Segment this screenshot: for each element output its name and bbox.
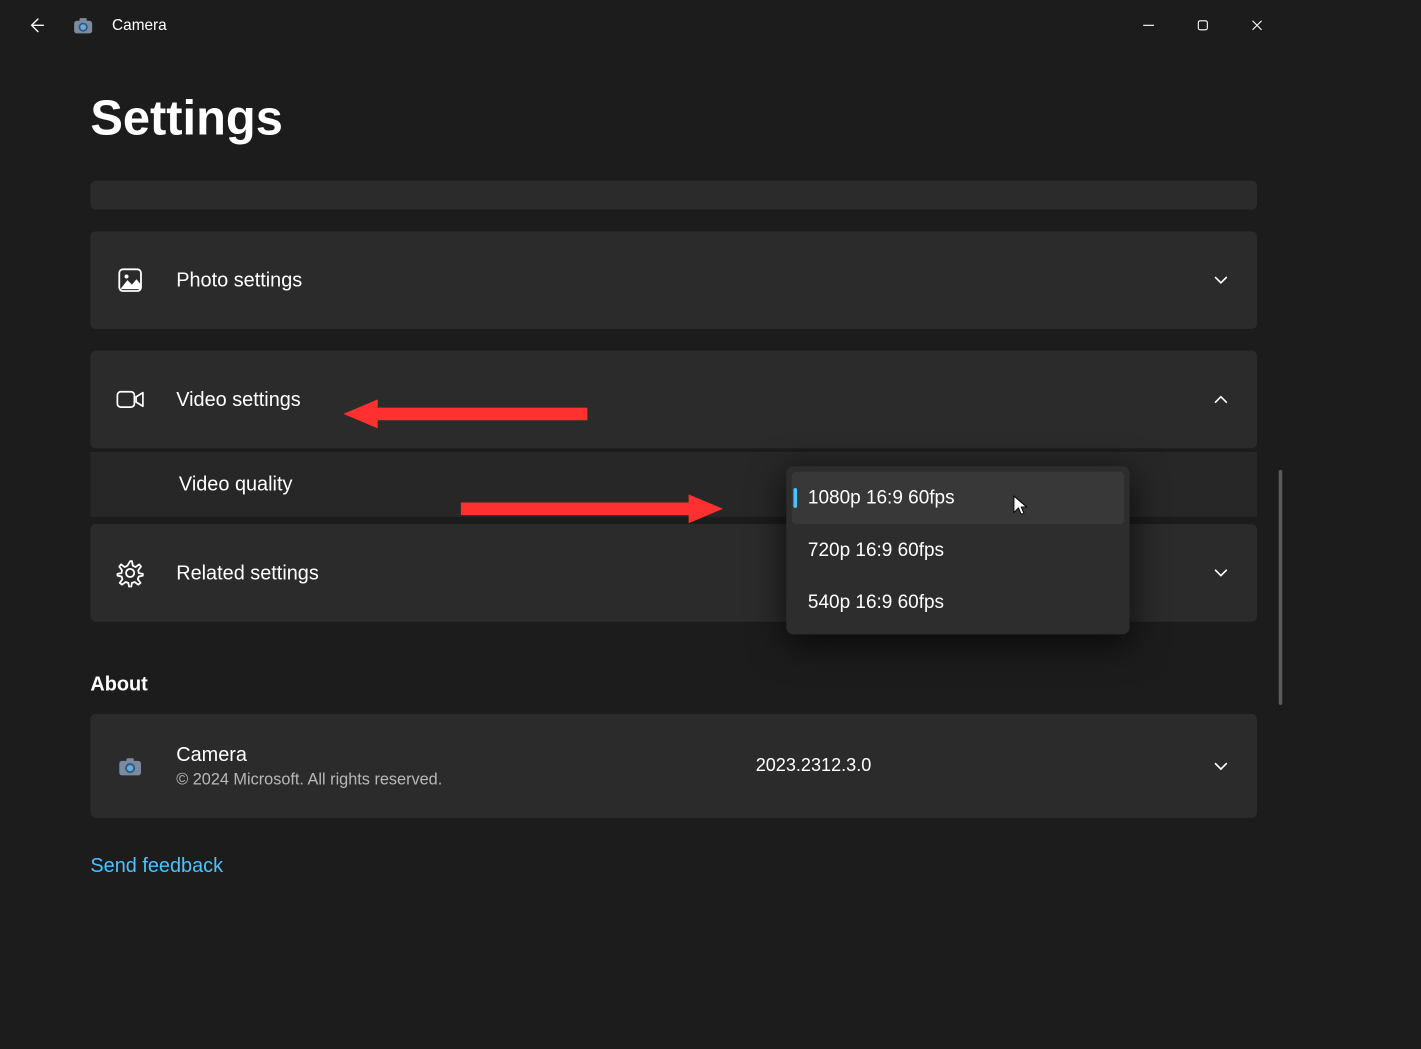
video-icon (116, 385, 145, 414)
camera-app-icon (72, 14, 94, 36)
gear-icon (116, 558, 145, 587)
placeholder-icon (116, 181, 145, 204)
video-settings-label: Video settings (176, 388, 301, 411)
about-version: 2023.2312.3.0 (756, 755, 872, 776)
video-settings-card[interactable]: Video settings (90, 351, 1257, 449)
related-settings-label: Related settings (176, 561, 319, 584)
window-controls (1121, 7, 1284, 43)
about-heading: About (90, 672, 1257, 695)
chevron-up-icon (1210, 389, 1232, 411)
dropdown-option-540p[interactable]: 540p 16:9 60fps (792, 577, 1125, 629)
about-card[interactable]: Camera © 2024 Microsoft. All rights rese… (90, 714, 1257, 818)
settings-content: Photo settings Video settings Video qual… (90, 181, 1257, 878)
send-feedback-link[interactable]: Send feedback (90, 854, 223, 877)
close-button[interactable] (1230, 7, 1284, 43)
close-icon (1251, 19, 1264, 32)
page-title: Settings (90, 90, 1284, 146)
settings-card-truncated[interactable] (90, 181, 1257, 210)
minimize-icon (1142, 19, 1155, 32)
video-quality-label: Video quality (179, 473, 292, 496)
maximize-button[interactable] (1176, 7, 1230, 43)
dropdown-option-1080p[interactable]: 1080p 16:9 60fps (792, 472, 1125, 524)
back-button[interactable] (18, 7, 54, 43)
photo-settings-label: Photo settings (176, 268, 302, 291)
scrollbar[interactable] (1279, 470, 1283, 705)
arrow-left-icon (27, 16, 45, 34)
minimize-button[interactable] (1121, 7, 1175, 43)
chevron-down-icon (1210, 562, 1232, 584)
photo-settings-card[interactable]: Photo settings (90, 231, 1257, 329)
camera-icon (116, 751, 145, 780)
video-quality-dropdown: 1080p 16:9 60fps 720p 16:9 60fps 540p 16… (786, 466, 1129, 634)
chevron-down-icon (1210, 269, 1232, 291)
about-app-name: Camera (176, 743, 442, 766)
dropdown-option-720p[interactable]: 720p 16:9 60fps (792, 524, 1125, 576)
app-title: Camera (112, 16, 167, 34)
photo-icon (116, 266, 145, 295)
about-text: Camera © 2024 Microsoft. All rights rese… (176, 743, 442, 789)
titlebar: Camera (0, 0, 1284, 50)
about-copyright: © 2024 Microsoft. All rights reserved. (176, 770, 442, 789)
maximize-icon (1196, 19, 1209, 32)
chevron-down-icon (1210, 755, 1232, 777)
